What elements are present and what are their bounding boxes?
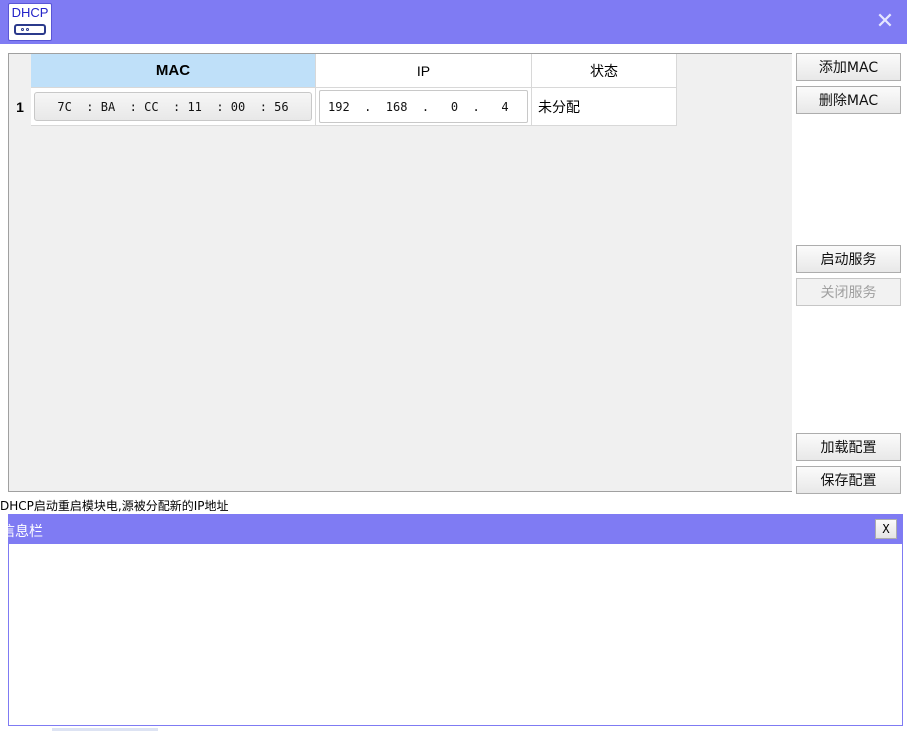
start-service-button[interactable]: 启动服务 — [796, 245, 901, 273]
title-bar: DHCP ✕ — [0, 0, 907, 44]
load-config-button[interactable]: 加载配置 — [796, 433, 901, 461]
column-header-ip[interactable]: IP — [316, 54, 532, 88]
info-panel-close-button[interactable]: X — [875, 519, 897, 539]
ip-address-input[interactable]: 192 . 168 . 0 . 4 — [319, 90, 528, 123]
mac-address-input[interactable]: 7C : BA : CC : 11 : 00 : 56 — [34, 92, 312, 121]
ip-cell[interactable]: 192 . 168 . 0 . 4 — [316, 88, 532, 126]
save-config-button[interactable]: 保存配置 — [796, 466, 901, 494]
delete-mac-button[interactable]: 删除MAC — [796, 86, 901, 114]
dhcp-device-icon: DHCP — [8, 3, 52, 41]
mac-cell[interactable]: 7C : BA : CC : 11 : 00 : 56 — [31, 88, 316, 126]
row-number[interactable]: 1 — [9, 88, 31, 126]
status-cell: 未分配 — [532, 88, 677, 126]
stop-service-button[interactable]: 关闭服务 — [796, 278, 901, 306]
device-led — [21, 28, 24, 31]
device-led — [26, 28, 29, 31]
info-panel-title: 信息栏 — [1, 524, 43, 540]
status-message: DHCP启动重启模块电,源被分配新的IP地址 — [0, 499, 229, 513]
info-panel-header: 信息栏 X — [1, 515, 902, 544]
info-panel: 信息栏 X — [1, 514, 903, 726]
column-header-status[interactable]: 状态 — [532, 54, 677, 88]
column-header-mac[interactable]: MAC — [31, 54, 316, 88]
app-icon-label: DHCP — [11, 5, 49, 20]
info-panel-content[interactable] — [9, 544, 902, 725]
add-mac-button[interactable]: 添加MAC — [796, 53, 901, 81]
mac-ip-table[interactable]: MAC IP 状态 1 7C : BA : CC : 11 : 00 : 56 … — [8, 53, 792, 492]
device-shape — [14, 24, 46, 35]
close-icon[interactable]: ✕ — [871, 8, 899, 36]
